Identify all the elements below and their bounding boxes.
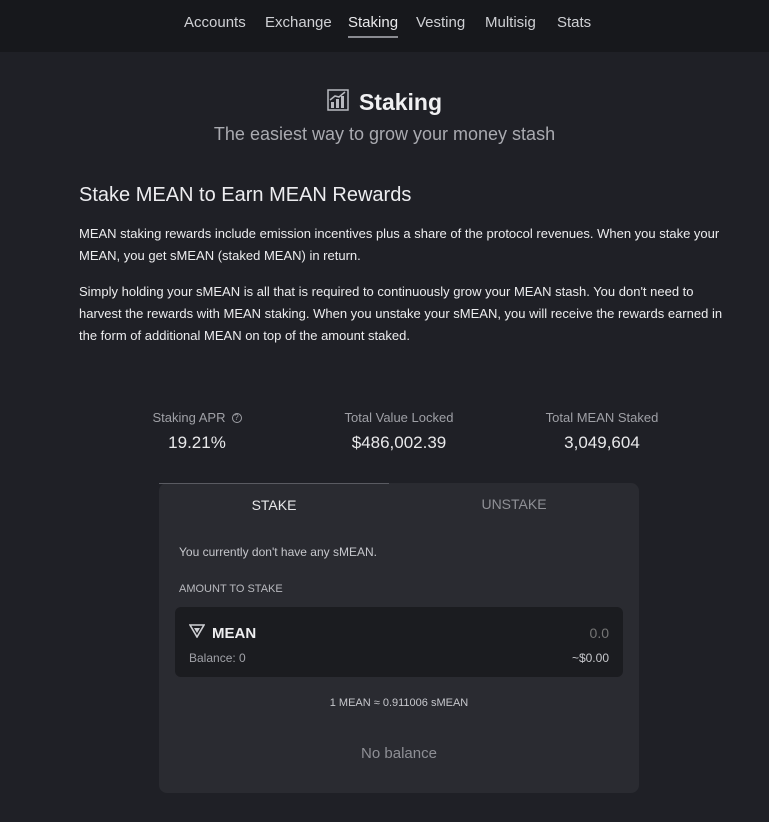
stat-value: 19.21% bbox=[168, 433, 226, 452]
chart-growth-icon bbox=[327, 88, 349, 116]
stat-total-value-locked: Total Value Locked $486,002.39 bbox=[309, 410, 489, 453]
tab-vesting[interactable]: Vesting bbox=[416, 14, 465, 36]
tab-stats[interactable]: Stats bbox=[557, 14, 591, 36]
section-heading: Stake MEAN to Earn MEAN Rewards bbox=[79, 184, 412, 206]
token-selector: MEAN bbox=[188, 624, 257, 642]
stat-label: Total Value Locked bbox=[344, 410, 454, 425]
amount-label: AMOUNT TO STAKE bbox=[179, 583, 283, 595]
intro-paragraph-1: MEAN staking rewards include emission in… bbox=[79, 226, 720, 263]
tab-multisig[interactable]: Multisig bbox=[485, 14, 536, 36]
stat-staking-apr: Staking APR ? 19.21% bbox=[107, 410, 287, 453]
token-symbol: MEAN bbox=[212, 624, 257, 642]
tab-accounts[interactable]: Accounts bbox=[184, 14, 246, 36]
amount-input[interactable] bbox=[489, 625, 609, 641]
intro-paragraph-2: Simply holding your sMEAN is all that is… bbox=[79, 284, 723, 343]
usd-value: ~$0.00 bbox=[571, 651, 609, 665]
tab-unstake[interactable]: UNSTAKE bbox=[399, 483, 629, 525]
tab-staking[interactable]: Staking bbox=[348, 14, 399, 38]
page-title-text: Staking bbox=[358, 88, 443, 115]
page-title: Staking bbox=[0, 87, 769, 117]
mean-token-icon bbox=[188, 624, 206, 642]
stat-value: $486,002.39 bbox=[351, 433, 447, 452]
stake-card: STAKE UNSTAKE You currently don't have a… bbox=[159, 483, 639, 793]
tab-stake[interactable]: STAKE bbox=[159, 483, 389, 525]
stat-label: Total MEAN Staked bbox=[545, 410, 659, 425]
top-navigation: Accounts Exchange Staking Vesting Multis… bbox=[0, 0, 769, 52]
stat-label: Staking APR bbox=[152, 410, 226, 425]
stake-button[interactable]: No balance bbox=[159, 745, 639, 762]
help-icon[interactable]: ? bbox=[231, 412, 242, 423]
amount-input-box: MEAN Balance: 0 ~$0.00 bbox=[175, 607, 623, 677]
stat-total-mean-staked: Total MEAN Staked 3,049,604 bbox=[512, 410, 692, 453]
tab-exchange[interactable]: Exchange bbox=[265, 14, 332, 36]
smean-status-message: You currently don't have any sMEAN. bbox=[179, 545, 377, 559]
balance-text: Balance: 0 bbox=[189, 651, 246, 665]
page-subtitle: The easiest way to grow your money stash bbox=[213, 124, 556, 144]
exchange-rate: 1 MEAN ≈ 0.911006 sMEAN bbox=[329, 697, 469, 709]
stat-value: 3,049,604 bbox=[564, 433, 640, 452]
